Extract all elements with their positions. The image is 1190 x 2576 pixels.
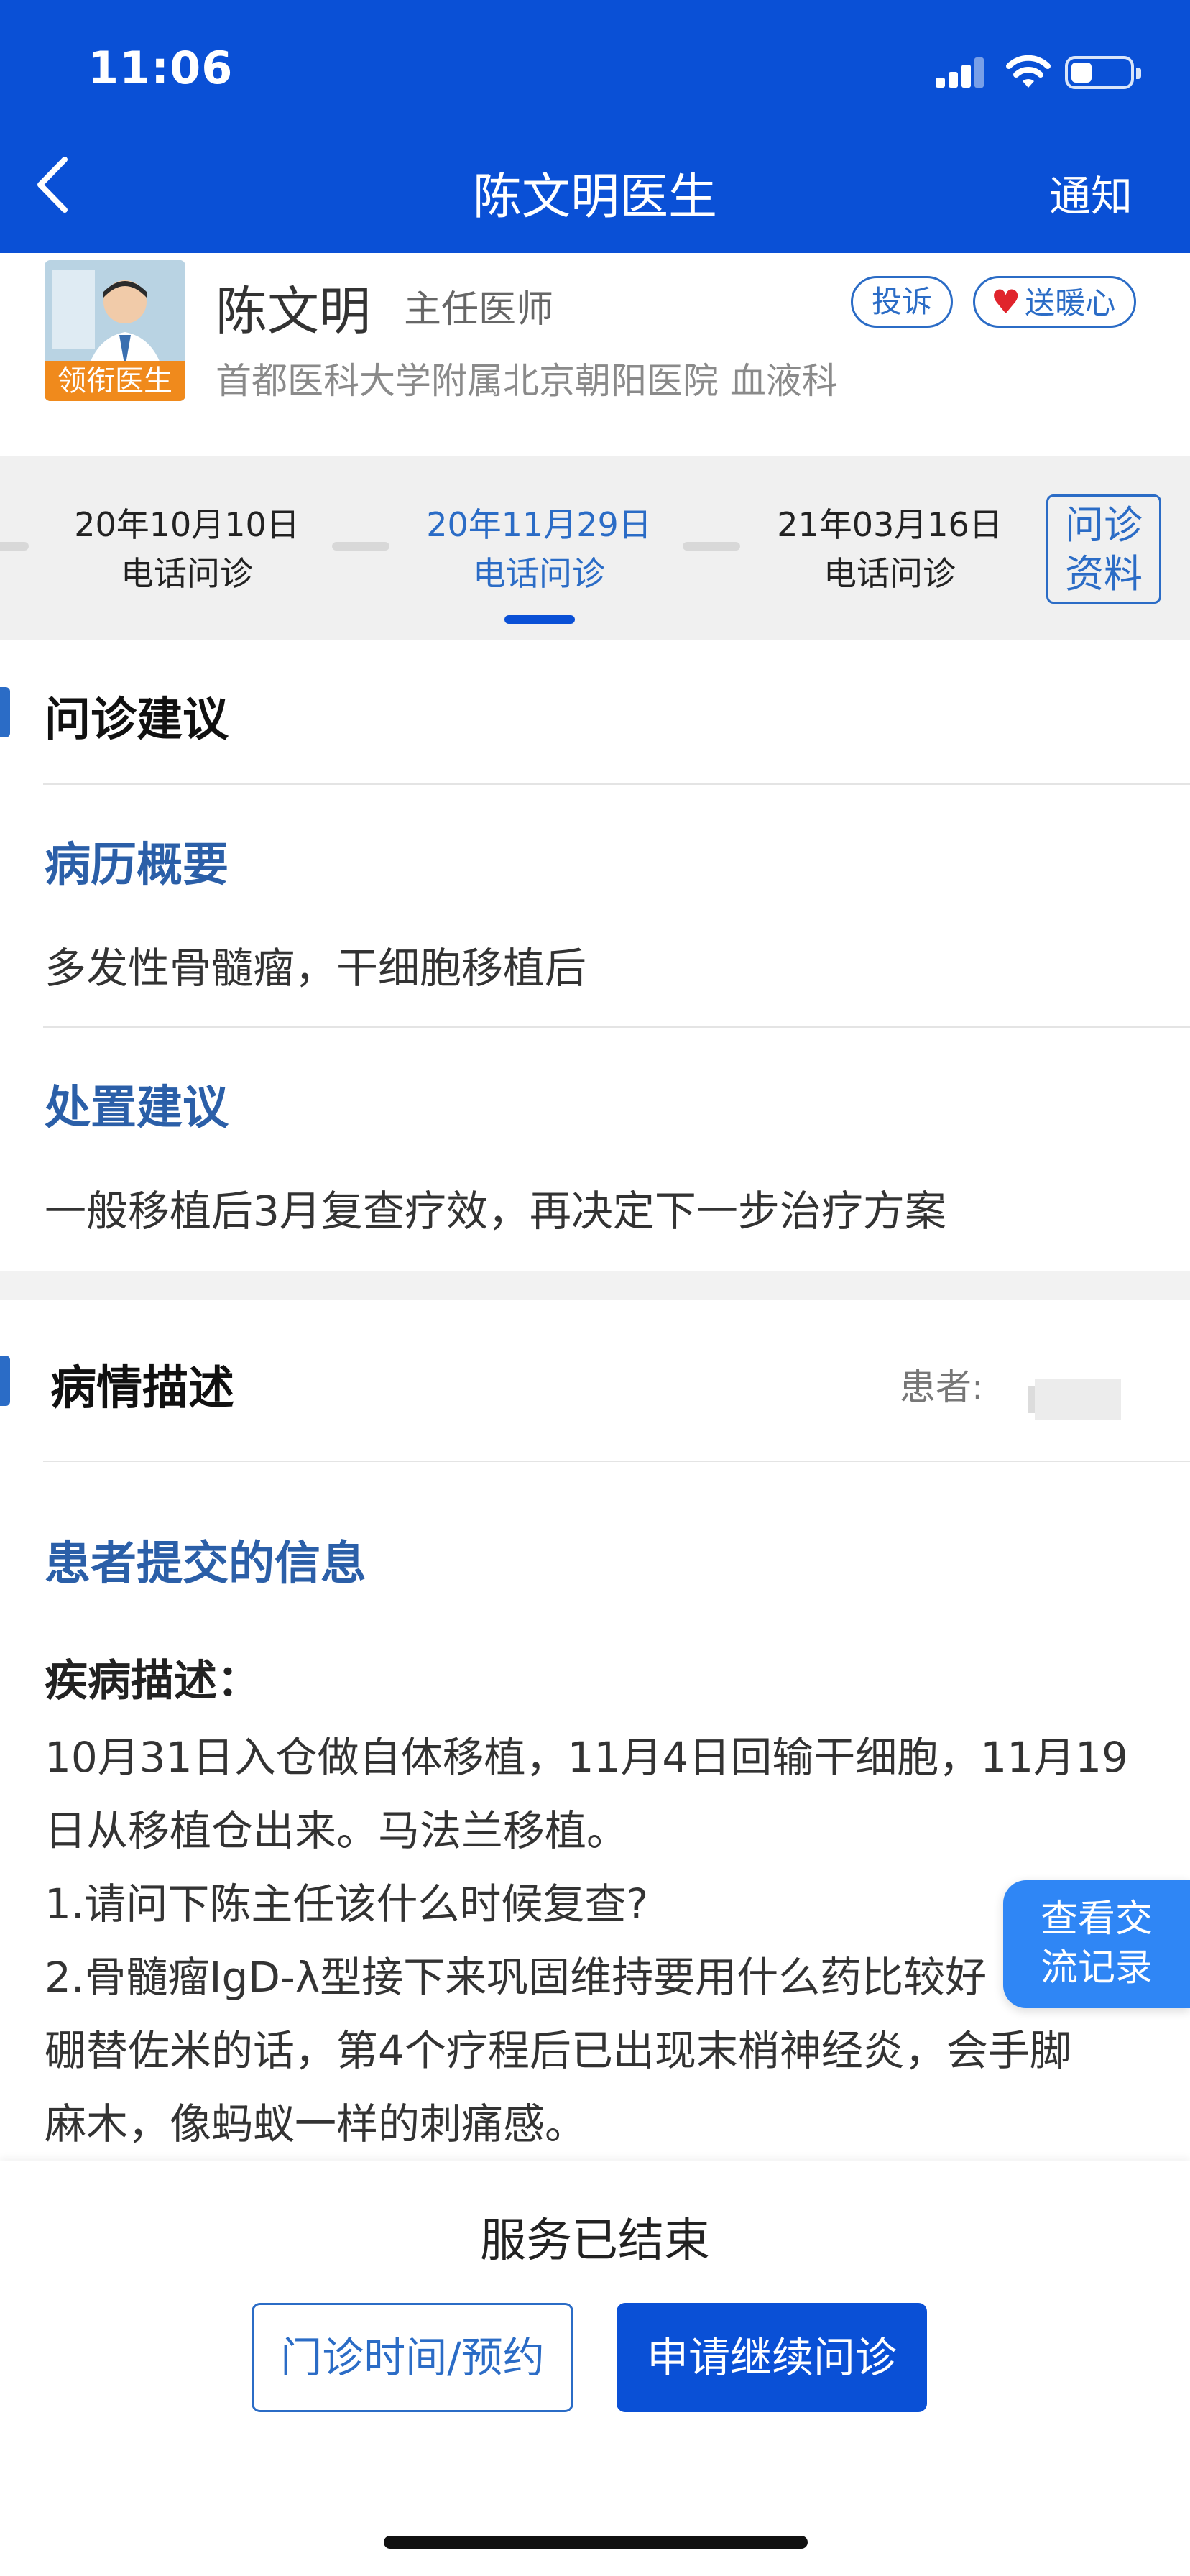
visit-date: 21年03月16日	[777, 505, 1002, 544]
divider	[43, 783, 1190, 785]
top-bar: 11:06 陈文明医生 通知	[0, 0, 1190, 253]
continue-consult-button[interactable]: 申请继续问诊	[617, 2303, 927, 2412]
visit-tab-active[interactable]: 20年11月29日 电话问诊	[395, 500, 683, 598]
float-line: 查看交	[1040, 1898, 1153, 1941]
doctor-hospital: 首都医科大学附属北京朝阳医院 血液科	[216, 360, 838, 402]
service-status: 服务已结束	[480, 2214, 710, 2268]
desc-line: 麻木，像蚂蚁一样的刺痛感。	[45, 2099, 587, 2148]
desc-line: 1.请问下陈主任该什么时候复查?	[45, 1880, 649, 1928]
disposal-title: 处置建议	[45, 1082, 229, 1135]
section-marker	[0, 1356, 10, 1406]
desc-line: 硼替佐米的话，第4个疗程后已出现末梢神经炎，会手脚	[45, 2026, 1071, 2075]
doctor-header: 领衔医生 陈文明 主任医师 首都医科大学附属北京朝阳医院 血液科 投诉 ♥ 送暖心	[0, 253, 1190, 456]
complain-label: 投诉	[872, 284, 933, 319]
disposal-text: 一般移植后3月复查疗效，再决定下一步治疗方案	[45, 1187, 946, 1236]
page-title: 陈文明医生	[472, 169, 717, 226]
visit-type: 电话问诊	[824, 554, 956, 593]
doctor-avatar[interactable]: 领衔医生	[45, 260, 185, 401]
clinic-schedule-button[interactable]: 门诊时间/预约	[252, 2303, 573, 2412]
tab-separator	[332, 542, 389, 551]
divider	[43, 1026, 1190, 1028]
send-warmth-button[interactable]: ♥ 送暖心	[973, 276, 1137, 328]
disease-desc-label: 疾病描述：	[45, 1656, 260, 1706]
visit-type: 电话问诊	[121, 554, 253, 593]
bottom-action-bar: 服务已结束 门诊时间/预约 申请继续问诊	[0, 2161, 1190, 2576]
visit-date-tabs: 20年10月10日 电话问诊 20年11月29日 电话问诊 21年03月16日 …	[0, 456, 1190, 640]
send-warmth-label: 送暖心	[1025, 285, 1116, 321]
doctor-title: 主任医师	[404, 288, 554, 331]
status-time: 11:06	[88, 42, 234, 94]
tab-separator	[0, 542, 29, 551]
consult-info-line: 资料	[1065, 551, 1143, 597]
leading-doctor-badge: 领衔医生	[45, 361, 185, 401]
signal-icon	[936, 56, 986, 88]
complain-button[interactable]: 投诉	[851, 276, 954, 328]
consult-info-button[interactable]: 问诊 资料	[1046, 494, 1161, 604]
history-title: 病历概要	[45, 839, 229, 892]
section-gap	[0, 1271, 1190, 1300]
visit-type: 电话问诊	[473, 554, 605, 593]
desc-line: 2.骨髓瘤IgD-λ型接下来巩固维持要用什么药比较好	[45, 1953, 987, 2002]
wifi-icon	[1006, 55, 1051, 88]
heart-icon: ♥	[991, 282, 1021, 321]
visit-date: 20年10月10日	[74, 505, 300, 544]
disease-desc-text: 10月31日入仓做自体移植，11月4日回输干细胞，11月19 日从移植仓出来。马…	[45, 1721, 1166, 2161]
desc-line: 10月31日入仓做自体移植，11月4日回输干细胞，11月19	[45, 1733, 1128, 1782]
visit-date: 20年11月29日	[426, 505, 652, 544]
patient-name-mask	[1035, 1379, 1121, 1420]
tab-separator	[683, 542, 740, 551]
home-indicator[interactable]	[384, 2536, 808, 2549]
float-line: 流记录	[1040, 1946, 1153, 1990]
doctor-name: 陈文明	[216, 281, 372, 341]
consult-info-line: 问诊	[1065, 502, 1143, 548]
notice-button[interactable]: 通知	[1049, 162, 1133, 223]
active-tab-indicator	[504, 615, 575, 624]
visit-tab[interactable]: 21年03月16日 电话问诊	[746, 500, 1033, 598]
visit-tab[interactable]: 20年10月10日 电话问诊	[43, 500, 331, 598]
history-text: 多发性骨髓瘤，干细胞移植后	[45, 944, 587, 993]
advice-section-title: 问诊建议	[45, 694, 229, 747]
submitted-info-title: 患者提交的信息	[45, 1537, 366, 1591]
view-chat-records-button[interactable]: 查看交 流记录	[1003, 1880, 1190, 2008]
desc-line: 日从移植仓出来。马法兰移植。	[45, 1806, 629, 1855]
condition-section-title: 病情描述	[50, 1362, 234, 1415]
patient-label: 患者:	[900, 1366, 984, 1408]
battery-icon	[1065, 56, 1141, 89]
divider	[43, 1460, 1190, 1462]
section-marker	[0, 687, 10, 737]
